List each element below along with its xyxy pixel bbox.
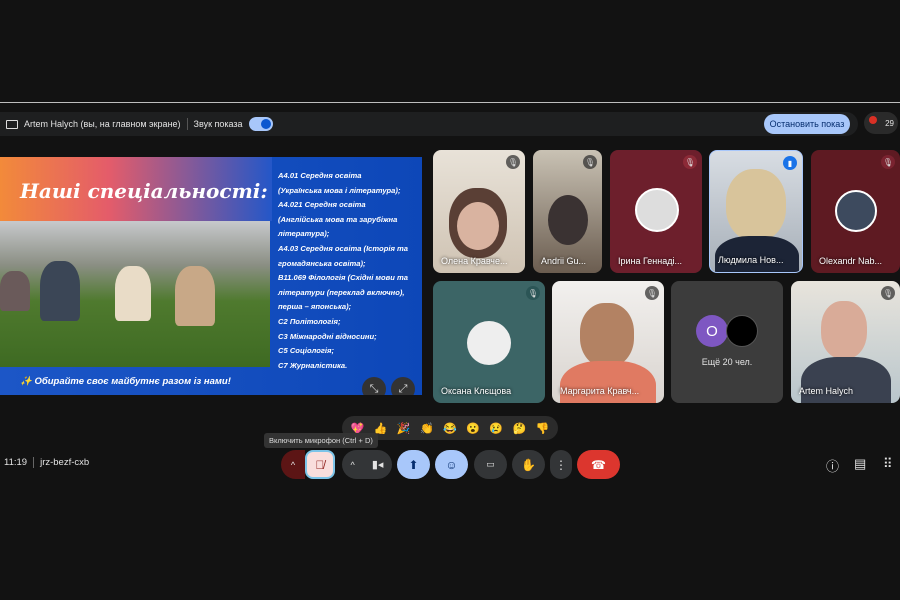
divider [33, 457, 35, 468]
participant-tile[interactable]: 🎙 Олена Кравче... [433, 150, 525, 273]
participant-tile-active-speaker[interactable]: ▮ Людмила Нов... [709, 150, 803, 273]
reaction-party[interactable]: 🎉 [397, 422, 411, 435]
mic-off-icon: 🎙 [683, 155, 697, 169]
emoji-icon: ☺ [445, 457, 458, 472]
speaking-indicator-icon: ▮ [783, 156, 797, 170]
meeting-time: 11:19 [4, 457, 28, 468]
reaction-thinking[interactable]: 🤔 [512, 422, 526, 435]
reactions-button[interactable]: ☺ [435, 450, 468, 479]
participant-tile[interactable]: 🎙 Andrii Gu... [533, 150, 602, 273]
participant-name: Andrii Gu... [541, 256, 587, 266]
participant-tile[interactable]: 🎙 Olexandr Nab... [811, 150, 900, 273]
present-screen-icon: ⬆ [408, 457, 419, 472]
raise-hand-button[interactable]: ✋ [512, 450, 545, 479]
reaction-laugh[interactable]: 😂 [443, 422, 457, 435]
captions-icon: ▭ [486, 459, 495, 469]
camera-icon: ▮◂ [371, 459, 384, 471]
participant-name: Ірина Геннаді... [618, 256, 682, 266]
present-screen-icon [6, 119, 18, 129]
mic-tooltip: Включить микрофон (Ctrl + D) [264, 433, 378, 448]
presentation-slide: Наші спеціальності: ✨ Обирайте своє майб… [0, 157, 422, 395]
participant-tile[interactable]: 🎙 Artem Halych [791, 281, 900, 403]
more-vert-icon: ⋮ [555, 457, 567, 472]
activities-grid-icon[interactable]: ⠿ [883, 456, 893, 472]
captions-button[interactable]: ▭ [474, 450, 507, 479]
stop-presenting-button[interactable]: Остановить показ [764, 114, 850, 134]
meeting-info: 11:19 jrz-bezf-cxb [4, 457, 89, 468]
people-icon [869, 116, 877, 124]
participants-button[interactable]: 29 [864, 112, 898, 134]
reaction-thumbs-down[interactable]: 👎 [536, 422, 550, 435]
reaction-surprised[interactable]: 😮 [466, 422, 480, 435]
participant-name: Оксана Клєщова [441, 386, 512, 396]
presentation-bar: Artem Halych (вы, на главном экране) Зву… [0, 112, 858, 136]
info-icon[interactable]: ⓘ [826, 456, 839, 475]
more-participants-label: Ещё 20 чел. [701, 357, 753, 367]
unpin-button[interactable]: ⤡ [362, 377, 386, 395]
participant-name: Olexandr Nab... [819, 256, 883, 266]
slide-title: Наші спеціальності: [20, 179, 268, 203]
avatar: O [696, 315, 728, 347]
meeting-code: jrz-bezf-cxb [40, 457, 90, 468]
presenter-label: Artem Halych (вы, на главном экране) [24, 119, 181, 129]
mic-off-icon: 🎙 [645, 286, 659, 300]
mic-off-icon: 🎙 [506, 155, 520, 169]
sound-label: Звук показа [193, 119, 243, 129]
specialties-list: А4.01 Середня освіта (Українська мова і л… [278, 171, 408, 370]
end-call-button[interactable]: ☎ [577, 450, 620, 479]
mic-off-icon: 🎙 [526, 286, 540, 300]
more-participants-tile[interactable]: O Ещё 20 чел. [671, 281, 783, 403]
participant-tile[interactable]: 🎙 Оксана Клєщова [433, 281, 545, 403]
mic-toggle-button[interactable]: 🎙̸ [305, 450, 335, 479]
reaction-sad[interactable]: 😢 [489, 422, 503, 435]
sound-toggle[interactable] [248, 117, 273, 131]
mic-off-icon: 🎙̸ [315, 457, 325, 472]
reaction-clap[interactable]: 👏 [420, 422, 434, 435]
participant-name: Людмила Нов... [718, 255, 784, 265]
fullscreen-button[interactable]: ⤢ [391, 377, 415, 395]
avatar [726, 315, 758, 347]
divider [0, 102, 900, 103]
slide-photo [0, 221, 270, 367]
participant-tile[interactable]: 🎙 Ірина Геннаді... [610, 150, 702, 273]
participant-name: Олена Кравче... [441, 256, 508, 266]
chat-icon[interactable]: ▤ [854, 456, 866, 472]
more-options-button[interactable]: ⋮ [550, 450, 572, 479]
participant-name: Artem Halych [799, 386, 854, 396]
mic-off-icon: 🎙 [583, 155, 597, 169]
chevron-up-icon: ^ [350, 459, 355, 470]
participant-tile[interactable]: 🎙 Маргарита Кравч... [552, 281, 664, 403]
audio-options-button[interactable]: ^ [281, 450, 305, 479]
hand-icon: ✋ [521, 457, 536, 472]
phone-hangup-icon: ☎ [591, 457, 606, 472]
present-button[interactable]: ⬆ [397, 450, 430, 479]
mic-off-icon: 🎙 [881, 155, 895, 169]
video-options-button[interactable]: ^ ▮◂ [342, 450, 392, 479]
participant-count: 29 [885, 118, 894, 128]
participant-name: Маргарита Кравч... [560, 386, 640, 396]
slide-footer: ✨ Обирайте своє майбутнє разом із нами! [20, 375, 231, 387]
divider [186, 118, 188, 130]
mic-off-icon: 🎙 [881, 286, 895, 300]
